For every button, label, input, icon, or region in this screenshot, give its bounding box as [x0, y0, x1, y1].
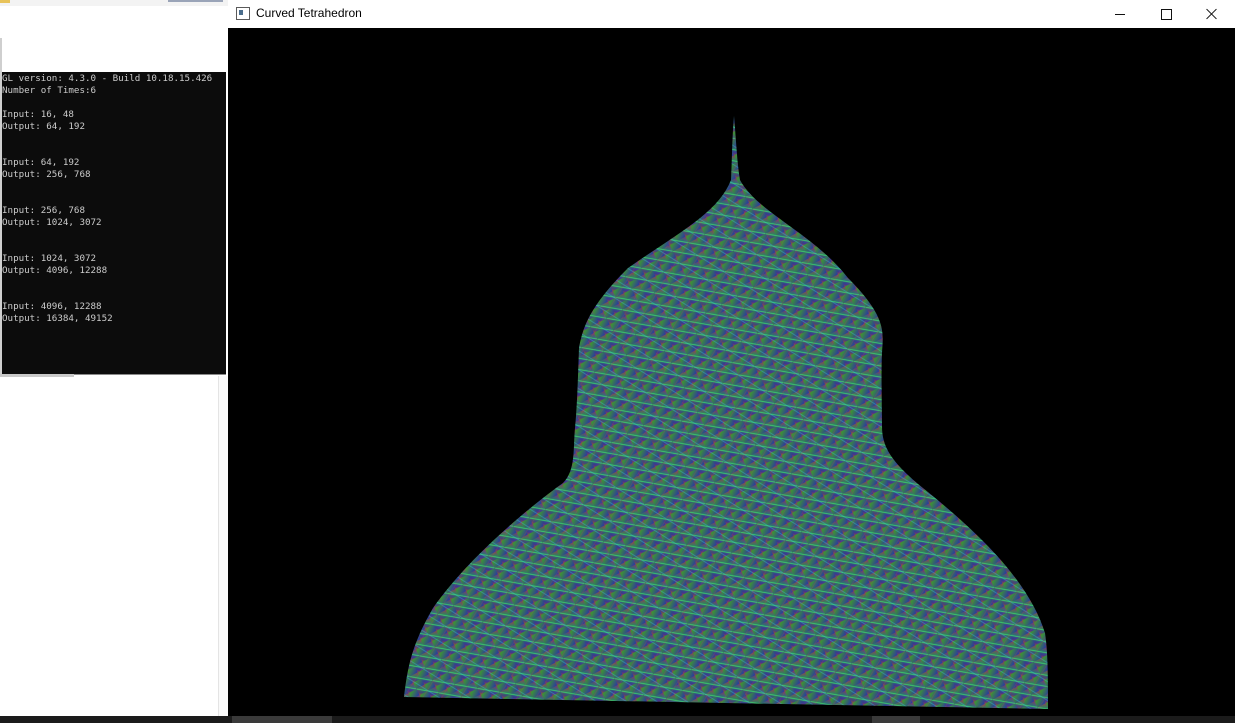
- console-line: Input: 256, 768: [2, 205, 85, 216]
- title-bar[interactable]: Curved Tetrahedron: [228, 0, 1235, 28]
- maximize-button[interactable]: [1143, 0, 1189, 28]
- minimize-button[interactable]: [1097, 0, 1143, 28]
- console-line: Input: 4096, 12288: [2, 301, 102, 312]
- console-line: Output: 1024, 3072: [2, 217, 102, 228]
- maximize-icon: [1160, 8, 1172, 20]
- app-window-icon[interactable]: [236, 7, 250, 20]
- taskbar-item[interactable]: [232, 716, 332, 723]
- console-line: Input: 1024, 3072: [2, 253, 97, 264]
- console-line: Output: 16384, 49152: [2, 313, 113, 324]
- console-line: Number of Times:6: [2, 85, 97, 96]
- console-line: Output: 64, 192: [2, 121, 85, 132]
- console-line: Output: 256, 768: [2, 169, 91, 180]
- gl-window[interactable]: Curved Tetrahedron: [228, 0, 1235, 716]
- taskbar: [0, 716, 1235, 723]
- window-title: Curved Tetrahedron: [256, 6, 362, 20]
- close-icon: [1206, 8, 1218, 20]
- console-line: GL version: 4.3.0 - Build 10.18.15.426: [2, 73, 213, 84]
- taskbar-item[interactable]: [872, 716, 920, 723]
- render-canvas[interactable]: [228, 28, 1235, 716]
- console-output: GL version: 4.3.0 - Build 10.18.15.426 Nu…: [2, 72, 226, 325]
- minimize-icon: [1115, 13, 1125, 15]
- close-button[interactable]: [1189, 0, 1235, 28]
- app-window-icon-glyph: [239, 10, 243, 15]
- rendered-scene: [404, 116, 1048, 709]
- console-window[interactable]: GL version: 4.3.0 - Build 10.18.15.426 Nu…: [2, 72, 226, 375]
- console-scrollbar[interactable]: [0, 374, 74, 377]
- background-window-fragment: [168, 0, 223, 2]
- folder-icon-fragment: [0, 0, 10, 3]
- console-line: Input: 16, 48: [2, 109, 74, 120]
- surface-overlay: [404, 116, 1048, 709]
- console-line: Input: 64, 192: [2, 157, 80, 168]
- console-line: Output: 4096, 12288: [2, 265, 108, 276]
